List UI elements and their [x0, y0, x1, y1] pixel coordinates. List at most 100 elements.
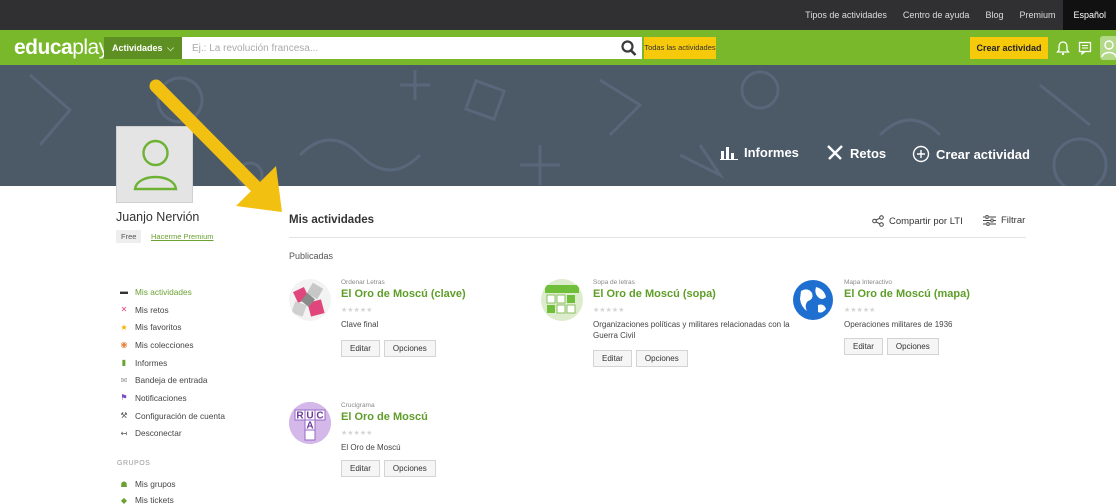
section-divider	[289, 237, 1026, 238]
activity-description: Organizaciones políticas y militares rel…	[593, 320, 790, 340]
user-avatar-icon[interactable]	[1100, 36, 1116, 60]
section-title: Mis actividades	[289, 214, 375, 226]
create-activity-button[interactable]: Crear actividad	[970, 37, 1048, 59]
published-heading: Publicadas	[289, 251, 334, 261]
profile-name: Juanjo Nervión	[116, 210, 200, 224]
bar-chart-icon	[720, 146, 738, 160]
sidebar-item-my-activities[interactable]: ▬ Mis actividades	[117, 283, 225, 301]
swords-icon	[827, 145, 843, 160]
reports-link[interactable]: Informes	[720, 145, 799, 160]
collections-icon: ◉	[120, 340, 128, 350]
activity-description: El Oro de Moscú	[341, 443, 401, 452]
top-utility-bar: Tipos de actividades Centro de ayuda Blo…	[0, 0, 1116, 30]
logout-icon: ↤	[120, 428, 128, 438]
activity-type: Sopa de letras	[593, 279, 635, 286]
flag-icon: ⚑	[120, 393, 128, 403]
globe-thumb[interactable]	[792, 279, 834, 321]
swords-icon: ✕	[120, 305, 128, 315]
options-button[interactable]: Opciones	[383, 340, 436, 357]
options-button[interactable]: Opciones	[383, 460, 436, 477]
challenges-link[interactable]: Retos	[826, 145, 886, 161]
messages-icon[interactable]	[1078, 40, 1092, 56]
ticket-icon: ◆	[120, 495, 128, 504]
share-lti-label: Compartir por LTI	[889, 215, 963, 227]
search-icon[interactable]	[620, 38, 638, 58]
plus-circle-icon	[912, 145, 930, 163]
activity-type: Mapa Interactivo	[844, 279, 893, 286]
crossword-thumb[interactable]: R U C A	[289, 402, 331, 444]
options-button[interactable]: Opciones	[886, 338, 939, 355]
banner-create-label: Crear actividad	[936, 146, 1030, 162]
rating-stars: ★★★★★	[341, 307, 373, 314]
rating-stars: ★★★★★	[341, 430, 373, 437]
letters-thumb[interactable]	[289, 279, 331, 321]
activity-description: Operaciones militares de 1936	[844, 320, 953, 329]
sidebar-item-inbox[interactable]: ✉ Bandeja de entrada	[117, 371, 225, 389]
link-activity-types[interactable]: Tipos de actividades	[797, 10, 895, 20]
wordsearch-thumb[interactable]	[541, 279, 583, 321]
sidebar-item-logout[interactable]: ↤ Desconectar	[117, 425, 225, 443]
user-silhouette-icon	[133, 139, 178, 191]
groups-menu: ☗ Mis grupos ◆ Mis tickets	[117, 476, 176, 504]
filter-label: Filtrar	[1001, 215, 1026, 226]
folder-icon: ▬	[120, 287, 128, 297]
sidebar-item-notifications[interactable]: ⚑ Notificaciones	[117, 389, 225, 407]
chevron-down-icon: ⌵	[167, 43, 174, 53]
banner-create-activity-link[interactable]: Crear actividad	[912, 145, 1030, 163]
activity-title[interactable]: El Oro de Moscú (mapa)	[844, 288, 970, 300]
bar-chart-icon: ▮	[121, 358, 127, 368]
category-dropdown[interactable]: Actividades ⌵	[104, 37, 182, 59]
sidebar-item-my-tickets[interactable]: ◆ Mis tickets	[117, 492, 176, 504]
sidebar-item-my-challenges[interactable]: ✕ Mis retos	[117, 301, 225, 319]
edit-button[interactable]: Editar	[341, 340, 380, 357]
group-icon: ☗	[120, 479, 128, 489]
activity-actions: Editar Opciones	[844, 338, 939, 355]
main-header: educaplay Actividades ⌵ Todas las activi…	[0, 30, 1116, 65]
go-premium-link[interactable]: Hacerme Premium	[151, 232, 214, 241]
inbox-icon: ✉	[120, 375, 128, 385]
share-icon	[872, 215, 884, 227]
options-button[interactable]: Opciones	[635, 350, 688, 367]
profile-avatar[interactable]	[116, 126, 193, 203]
activity-actions: Editar Opciones	[341, 460, 436, 477]
sidebar-item-my-collections[interactable]: ◉ Mis colecciones	[117, 336, 225, 354]
rating-stars: ★★★★★	[593, 307, 625, 314]
plan-badge: Free	[116, 230, 142, 243]
edit-button[interactable]: Editar	[844, 338, 883, 355]
edit-button[interactable]: Editar	[341, 460, 380, 477]
category-dropdown-label: Actividades	[112, 43, 163, 53]
sidebar-item-reports[interactable]: ▮ Informes	[117, 354, 225, 372]
search-input[interactable]	[182, 37, 642, 59]
crossword-letter: C	[316, 411, 323, 422]
filter-button[interactable]: Filtrar	[983, 215, 1025, 226]
activity-actions: Editar Opciones	[341, 340, 436, 357]
sidebar-menu: ▬ Mis actividades ✕ Mis retos ★ Mis favorit…	[117, 283, 225, 442]
edit-button[interactable]: Editar	[593, 350, 632, 367]
bell-icon[interactable]	[1056, 40, 1070, 56]
educaplay-logo[interactable]: educaplay	[14, 36, 109, 60]
activity-title[interactable]: El Oro de Moscú	[341, 411, 428, 423]
all-activities-button[interactable]: Todas las actividades	[644, 37, 716, 59]
challenges-label: Retos	[850, 145, 887, 161]
groups-heading: GRUPOS	[117, 460, 151, 467]
share-lti-button[interactable]: Compartir por LTI	[872, 215, 963, 227]
activity-title[interactable]: El Oro de Moscú (clave)	[341, 288, 466, 300]
activity-type: Ordenar Letras	[341, 279, 385, 286]
crossword-letter: R	[296, 411, 304, 422]
star-icon: ★	[120, 322, 128, 332]
activity-title[interactable]: El Oro de Moscú (sopa)	[593, 288, 716, 300]
top-links: Tipos de actividades Centro de ayuda Blo…	[797, 0, 1116, 30]
link-blog[interactable]: Blog	[977, 10, 1011, 20]
activity-actions: Editar Opciones	[593, 350, 688, 367]
link-help-center[interactable]: Centro de ayuda	[895, 10, 978, 20]
language-selector[interactable]: Español	[1063, 0, 1116, 30]
wrench-icon: ⚒	[120, 411, 128, 421]
sidebar-item-account-settings[interactable]: ⚒ Configuración de cuenta	[117, 407, 225, 425]
sliders-icon	[983, 215, 996, 226]
sidebar-item-my-groups[interactable]: ☗ Mis grupos	[117, 476, 175, 492]
rating-stars: ★★★★★	[844, 307, 876, 314]
activity-description: Clave final	[341, 320, 379, 329]
sidebar-item-my-favorites[interactable]: ★ Mis favoritos	[117, 318, 225, 336]
link-premium[interactable]: Premium	[1011, 10, 1063, 20]
activity-type: Crucigrama	[341, 402, 375, 409]
